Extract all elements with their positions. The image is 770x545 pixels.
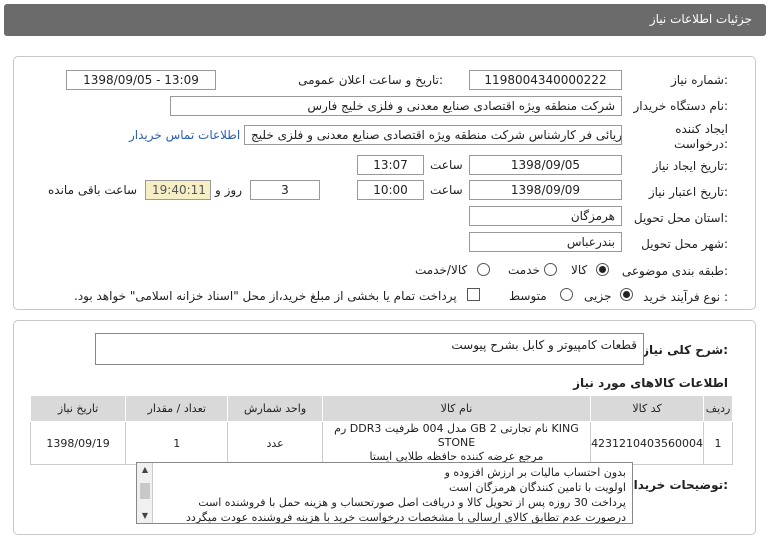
category-option-goods: کالا — [571, 263, 588, 277]
created-date-label: تاریخ ایجاد نیاز: — [652, 159, 728, 173]
valid-time-label: ساعت — [430, 183, 463, 197]
creator-field: لیلا آریائی فر کارشناس شرکت منطقه ویژه ا… — [244, 125, 622, 145]
notes-scrollbar[interactable]: ▲ ▼ — [137, 463, 153, 523]
province-field: هرمزگان — [469, 206, 622, 226]
category-radio-service[interactable] — [544, 263, 557, 276]
process-label: نوع فرآیند خرید : — [643, 290, 728, 304]
buyer-notes-box[interactable]: ▲ ▼ بدون احتساب مالیات بر ارزش افزوده و … — [136, 462, 633, 524]
general-description-text: قطعات کامپیوتر و کابل بشرح پیوست — [451, 338, 637, 352]
page-header: جزئیات اطلاعات نیاز — [4, 4, 766, 36]
remaining-time-field: 19:40:11 — [145, 180, 211, 200]
goods-table: تاریخ نیاز تعداد / مقدار واحد شمارش نام … — [29, 395, 733, 465]
created-time-field: 13:07 — [357, 155, 424, 175]
created-time-label: ساعت — [430, 158, 463, 172]
page-title: جزئیات اطلاعات نیاز — [649, 12, 752, 26]
days-label: روز و — [215, 183, 242, 197]
cell-goods-code: 4231210403560004 — [590, 421, 705, 465]
general-description-field: قطعات کامپیوتر و کابل بشرح پیوست — [95, 333, 644, 365]
remaining-time-label: ساعت باقی مانده — [48, 183, 138, 197]
buyer-notes-text: بدون احتساب مالیات بر ارزش افزوده و اولو… — [156, 465, 626, 524]
announce-datetime-field: 1398/09/05 - 13:09 — [66, 70, 216, 90]
note-line: پرداخت 30 روزه پس از تحویل کالا و دریافت… — [198, 496, 626, 509]
valid-time-field: 10:00 — [357, 180, 424, 200]
process-option-minor: جزیی — [584, 289, 612, 303]
cell-unit: عدد — [227, 421, 323, 465]
column-header-goods-name: نام کالا — [321, 395, 592, 422]
treasury-payment-note: پرداخت تمام یا بخشی از مبلغ خرید،از محل … — [74, 289, 457, 303]
valid-date-field: 1398/09/09 — [469, 180, 622, 200]
cell-goods-name: رم DDR3 مدل 004 ظرفیت GB 2 نام تجارتی KI… — [321, 421, 592, 465]
note-line: بدون احتساب مالیات بر ارزش افزوده و — [444, 466, 626, 479]
category-radio-goods[interactable] — [596, 263, 609, 276]
buyer-label: نام دستگاه خریدار: — [633, 99, 729, 113]
column-header-goods-code: کد کالا — [590, 395, 705, 422]
scroll-down-icon[interactable]: ▼ — [139, 510, 151, 522]
column-header-quantity: تعداد / مقدار — [125, 395, 229, 422]
buyer-field: شرکت منطقه ویژه اقتصادی صنایع معدنی و فل… — [170, 96, 622, 116]
scroll-thumb[interactable] — [140, 483, 150, 499]
note-line: اولویت با تامین کنندگان هرمزگان است — [448, 481, 626, 494]
goods-name-line-1: رم DDR3 مدل 004 ظرفیت GB 2 نام تجارتی KI… — [334, 422, 579, 449]
process-option-medium: متوسط — [509, 289, 547, 303]
valid-date-label: تاریخ اعتبار نیاز: — [648, 185, 728, 199]
column-header-need-date: تاریخ نیاز — [29, 395, 127, 422]
creator-label: ایجاد کننده درخواست: — [674, 122, 728, 151]
announce-datetime-label: تاریخ و ساعت اعلان عمومی: — [298, 73, 443, 87]
need-number-label: شماره نیاز: — [670, 73, 728, 87]
cell-quantity: 1 — [125, 421, 229, 465]
scroll-up-icon[interactable]: ▲ — [139, 464, 151, 476]
buyer-contact-link[interactable]: اطلاعات تماس خریدار — [129, 128, 240, 142]
category-radio-goods-service[interactable] — [477, 263, 490, 276]
created-date-field: 1398/09/05 — [469, 155, 622, 175]
city-label: شهر محل تحویل: — [641, 237, 728, 251]
general-description-label: شرح کلی نیاز: — [642, 343, 728, 357]
cell-need-date: 1398/09/19 — [29, 421, 127, 465]
process-radio-minor[interactable] — [620, 288, 633, 301]
column-header-unit: واحد شمارش — [227, 395, 323, 422]
goods-table-header-row: تاریخ نیاز تعداد / مقدار واحد شمارش نام … — [29, 395, 733, 422]
column-header-row-index: ردیف — [703, 395, 733, 422]
cell-row-index: 1 — [703, 421, 733, 465]
category-label: طبقه بندی موضوعی: — [621, 264, 728, 278]
goods-section-title: اطلاعات کالاهای مورد نیاز — [573, 376, 728, 390]
treasury-payment-checkbox[interactable] — [467, 288, 480, 301]
remaining-days-field: 3 — [250, 180, 320, 200]
category-option-service: خدمت — [508, 263, 540, 277]
need-number-field: 1198004340000222 — [469, 70, 622, 90]
buyer-notes-label: توضیحات خریدار: — [626, 478, 728, 492]
table-row[interactable]: 1398/09/19 1 عدد رم DDR3 مدل 004 ظرفیت G… — [29, 421, 733, 465]
process-radio-medium[interactable] — [560, 288, 573, 301]
note-line: درصورت عدم تطابق کالای ارسالی با مشخصات … — [186, 511, 626, 524]
category-option-goods-service: کالا/خدمت — [415, 263, 468, 277]
city-field: بندرعباس — [469, 232, 622, 252]
province-label: استان محل تحویل: — [633, 211, 728, 225]
